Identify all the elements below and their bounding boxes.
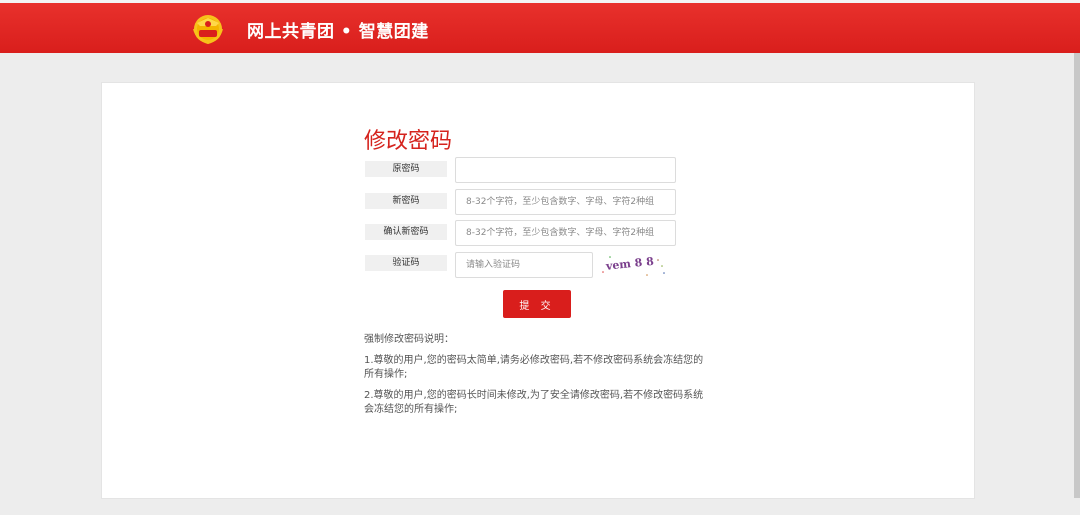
league-emblem-icon [191, 10, 225, 45]
notes-item-2: 2.尊敬的用户,您的密码长时间未修改,为了安全请修改密码,若不修改密码系统会冻结… [364, 390, 704, 415]
captcha-label: 验证码 [365, 255, 447, 271]
site-title: 网上共青团 • 智慧团建 [247, 22, 429, 42]
confirm-password-input[interactable] [455, 220, 676, 246]
confirm-password-label: 确认新密码 [365, 224, 447, 240]
old-password-label: 原密码 [365, 161, 447, 177]
new-password-input[interactable] [455, 189, 676, 215]
old-password-input[interactable] [455, 157, 676, 183]
new-password-label: 新密码 [365, 193, 447, 209]
notes-item-1: 1.尊敬的用户,您的密码太简单,请务必修改密码,若不修改密码系统会冻结您的所有操… [364, 355, 704, 380]
captcha-input[interactable] [455, 252, 593, 278]
site-header: 网上共青团 • 智慧团建 [0, 3, 1080, 53]
password-notes: 强制修改密码说明： 1.尊敬的用户,您的密码太简单,请务必修改密码,若不修改密码… [364, 333, 709, 424]
submit-button[interactable]: 提 交 [503, 290, 571, 318]
scrollbar[interactable] [1074, 53, 1080, 498]
page-title: 修改密码 [364, 129, 453, 154]
captcha-image[interactable]: vem 8 8 [600, 252, 670, 278]
notes-heading: 强制修改密码说明： [364, 334, 454, 345]
captcha-text: vem 8 8 [604, 255, 654, 273]
